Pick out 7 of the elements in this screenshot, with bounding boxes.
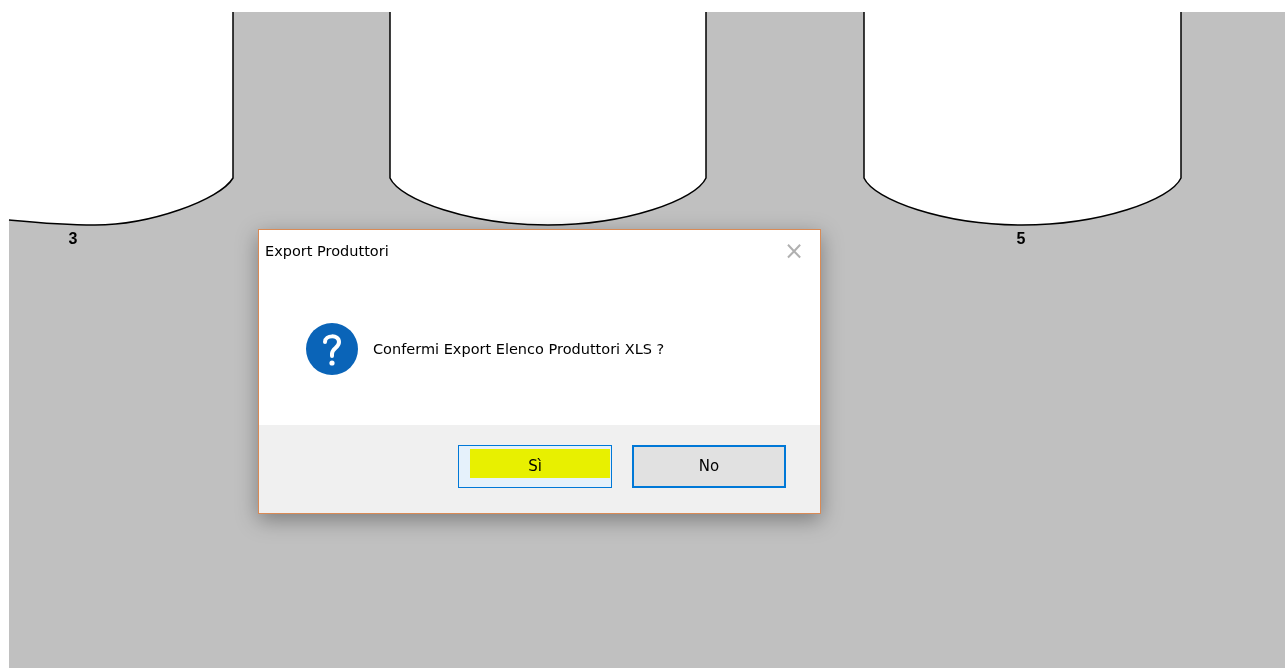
dialog-title: Export Produttori bbox=[265, 243, 389, 259]
question-icon bbox=[305, 321, 359, 376]
dialog-button[interactable]: Sì bbox=[458, 444, 612, 488]
tank-label: 3 bbox=[68, 230, 78, 247]
dialog-button[interactable]: No bbox=[632, 444, 786, 488]
dialog-message: Confermi Export Elenco Produttori XLS ? bbox=[373, 340, 665, 357]
tank-label: 5 bbox=[1016, 230, 1026, 247]
